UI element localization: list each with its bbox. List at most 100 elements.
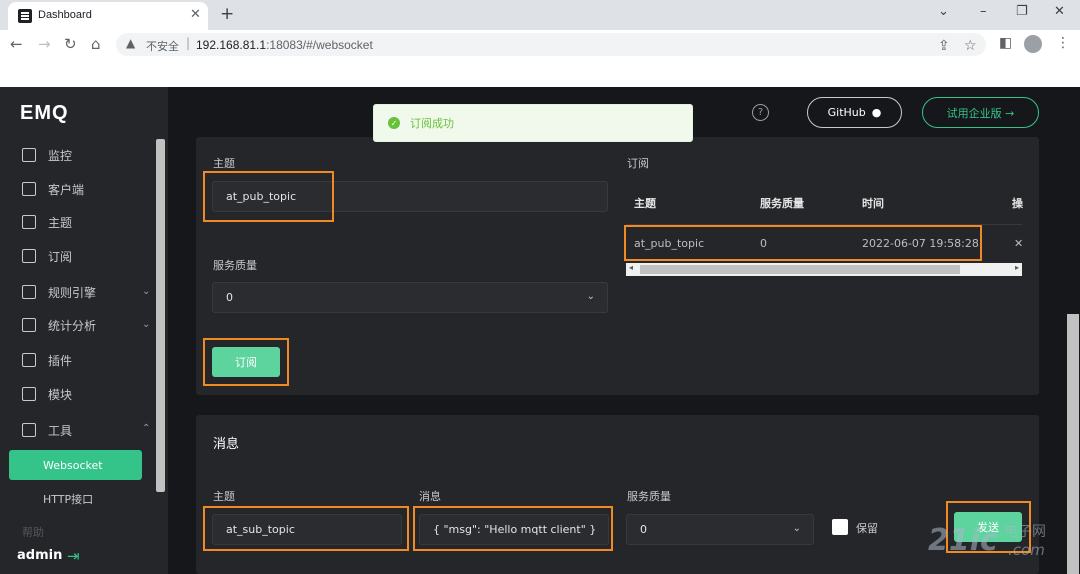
logout-icon[interactable]: ⇥	[67, 547, 80, 565]
sidebar-item-subscriptions[interactable]: 订阅	[22, 246, 72, 266]
qos-value: 0	[640, 523, 647, 536]
unsubscribe-icon[interactable]: ✕	[1014, 237, 1023, 250]
table-header-action: 操	[1012, 197, 1023, 210]
subscribe-topic-label: 主题	[213, 157, 235, 170]
table-cell-qos: 0	[760, 237, 767, 250]
sidebar-item-label: 订阅	[48, 249, 73, 264]
forward-icon[interactable]: →	[38, 35, 51, 53]
help-icon[interactable]: ?	[752, 104, 769, 121]
browser-page-top	[0, 58, 1080, 87]
topics-icon	[22, 215, 36, 229]
reload-icon[interactable]: ↻	[64, 35, 77, 53]
toast-message: 订阅成功	[410, 117, 454, 130]
github-button[interactable]: GitHub ●	[807, 97, 902, 128]
close-window-icon[interactable]: ✕	[1054, 4, 1065, 19]
chevron-down-icon[interactable]: ⌄	[142, 286, 150, 297]
monitor-icon	[22, 148, 36, 162]
sidebar-item-label: 统计分析	[48, 318, 97, 333]
analysis-icon	[22, 318, 36, 332]
sidebar-item-websocket[interactable]: Websocket	[9, 450, 142, 480]
url-text[interactable]: 192.168.81.1:18083/#/websocket	[196, 38, 373, 52]
table-hscrollbar[interactable]: ◂ ▸	[626, 263, 1022, 276]
tab-search-chevron-icon[interactable]: ⌄	[938, 4, 949, 19]
browser-tabbar: Dashboard ✕ + ⌄ – ❐ ✕	[0, 0, 1080, 30]
subscriptions-icon	[22, 249, 36, 263]
chevron-up-icon[interactable]: ⌃	[142, 423, 150, 434]
url-insecure-label[interactable]: 不安全	[146, 38, 179, 54]
subscribe-qos-select[interactable]: 0 ⌄	[212, 282, 608, 313]
clients-icon	[22, 182, 36, 196]
url-input[interactable]: ▲ 不安全 | 192.168.81.1:18083/#/websocket ⇪…	[116, 33, 986, 56]
message-qos-select[interactable]: 0 ⌄	[626, 514, 814, 545]
sidebar-item-label: 插件	[48, 353, 73, 368]
restore-icon[interactable]: ❐	[1016, 4, 1028, 19]
url-separator: |	[186, 36, 191, 50]
table-divider	[626, 224, 1022, 225]
sidebar-scrollbar[interactable]	[156, 139, 165, 492]
topbar: ? GitHub ● 试用企业版 → ✓ 订阅成功	[168, 87, 1080, 142]
chevron-down-icon: ⌄	[586, 291, 595, 302]
sidebar-item-label: 客户端	[48, 182, 85, 197]
modules-icon	[22, 387, 36, 401]
scroll-right-icon[interactable]: ▸	[1015, 263, 1019, 272]
sidebar-item-plugins[interactable]: 插件	[22, 350, 72, 370]
browser-tab[interactable]: Dashboard ✕	[8, 2, 208, 30]
message-body-input[interactable]: { "msg": "Hello mqtt client" }	[419, 514, 609, 545]
tab-title: Dashboard	[38, 9, 92, 21]
table-header-time: 时间	[862, 197, 884, 210]
plugins-icon	[22, 353, 36, 367]
scroll-left-icon[interactable]: ◂	[629, 263, 633, 272]
sidebar: EMQ 监控 客户端 主题 订阅 规则引擎 ⌄ 统计分析 ⌄ 插件 模块 工具 …	[0, 87, 168, 574]
emq-logo[interactable]: EMQ	[20, 102, 69, 125]
emq-dashboard: EMQ 监控 客户端 主题 订阅 规则引擎 ⌄ 统计分析 ⌄ 插件 模块 工具 …	[0, 87, 1080, 574]
minimize-icon[interactable]: –	[980, 4, 987, 19]
sidebar-item-clients[interactable]: 客户端	[22, 179, 84, 199]
star-icon[interactable]: ☆	[964, 38, 977, 54]
sidebar-item-label: 规则引擎	[48, 285, 97, 300]
new-tab-icon[interactable]: +	[220, 4, 234, 24]
home-icon[interactable]: ⌂	[91, 35, 101, 53]
check-circle-icon: ✓	[388, 117, 400, 129]
qos-value: 0	[226, 291, 233, 304]
rule-engine-icon	[22, 285, 36, 299]
watermark-big: 21ic	[928, 523, 998, 558]
table-header-qos: 服务质量	[760, 197, 804, 210]
success-toast: ✓ 订阅成功	[373, 104, 693, 142]
scroll-thumb[interactable]	[640, 265, 960, 274]
subscribe-button[interactable]: 订阅	[212, 347, 280, 377]
tab-close-icon[interactable]: ✕	[190, 7, 201, 22]
try-enterprise-button[interactable]: 试用企业版 →	[922, 97, 1039, 128]
sidebar-user: admin ⇥	[0, 537, 156, 574]
sidebar-item-monitor[interactable]: 监控	[22, 145, 72, 165]
chevron-down-icon[interactable]: ⌄	[142, 319, 150, 330]
share-icon[interactable]: ⇪	[938, 38, 950, 54]
sidebar-item-http-api[interactable]: HTTP接口	[43, 491, 93, 507]
sidebar-item-label: 工具	[48, 423, 73, 438]
sidebar-item-tools[interactable]: 工具	[22, 420, 72, 440]
subscriptions-table-title: 订阅	[627, 157, 649, 170]
tools-icon	[22, 423, 36, 437]
retain-label: 保留	[856, 522, 878, 535]
url-path: :18083/#/websocket	[266, 38, 373, 52]
sidepanel-icon[interactable]: ◧	[999, 35, 1012, 51]
back-icon[interactable]: ←	[10, 35, 23, 53]
profile-icon[interactable]	[1024, 35, 1042, 53]
message-card	[196, 415, 1039, 574]
message-topic-input[interactable]: at_sub_topic	[212, 514, 402, 545]
sidebar-item-modules[interactable]: 模块	[22, 384, 72, 404]
watermark-small: 电子网	[1004, 524, 1046, 540]
user-name: admin	[17, 548, 63, 563]
sidebar-item-topics[interactable]: 主题	[22, 212, 72, 232]
subscribe-topic-input[interactable]: at_pub_topic	[212, 181, 608, 212]
sidebar-item-analysis[interactable]: 统计分析	[22, 315, 96, 335]
chevron-down-icon: ⌄	[792, 523, 801, 534]
subscribe-qos-label: 服务质量	[213, 259, 257, 272]
watermark-domain: .com	[1008, 541, 1045, 559]
retain-checkbox[interactable]	[832, 519, 848, 535]
table-cell-time: 2022-06-07 19:58:28	[862, 237, 979, 250]
warning-icon[interactable]: ▲	[126, 36, 135, 50]
watermark-logo: 21ic 电子网 .com	[928, 517, 1078, 567]
menu-icon[interactable]: ⋮	[1056, 35, 1070, 51]
message-section-title: 消息	[213, 437, 240, 452]
sidebar-item-rule-engine[interactable]: 规则引擎	[22, 282, 96, 302]
